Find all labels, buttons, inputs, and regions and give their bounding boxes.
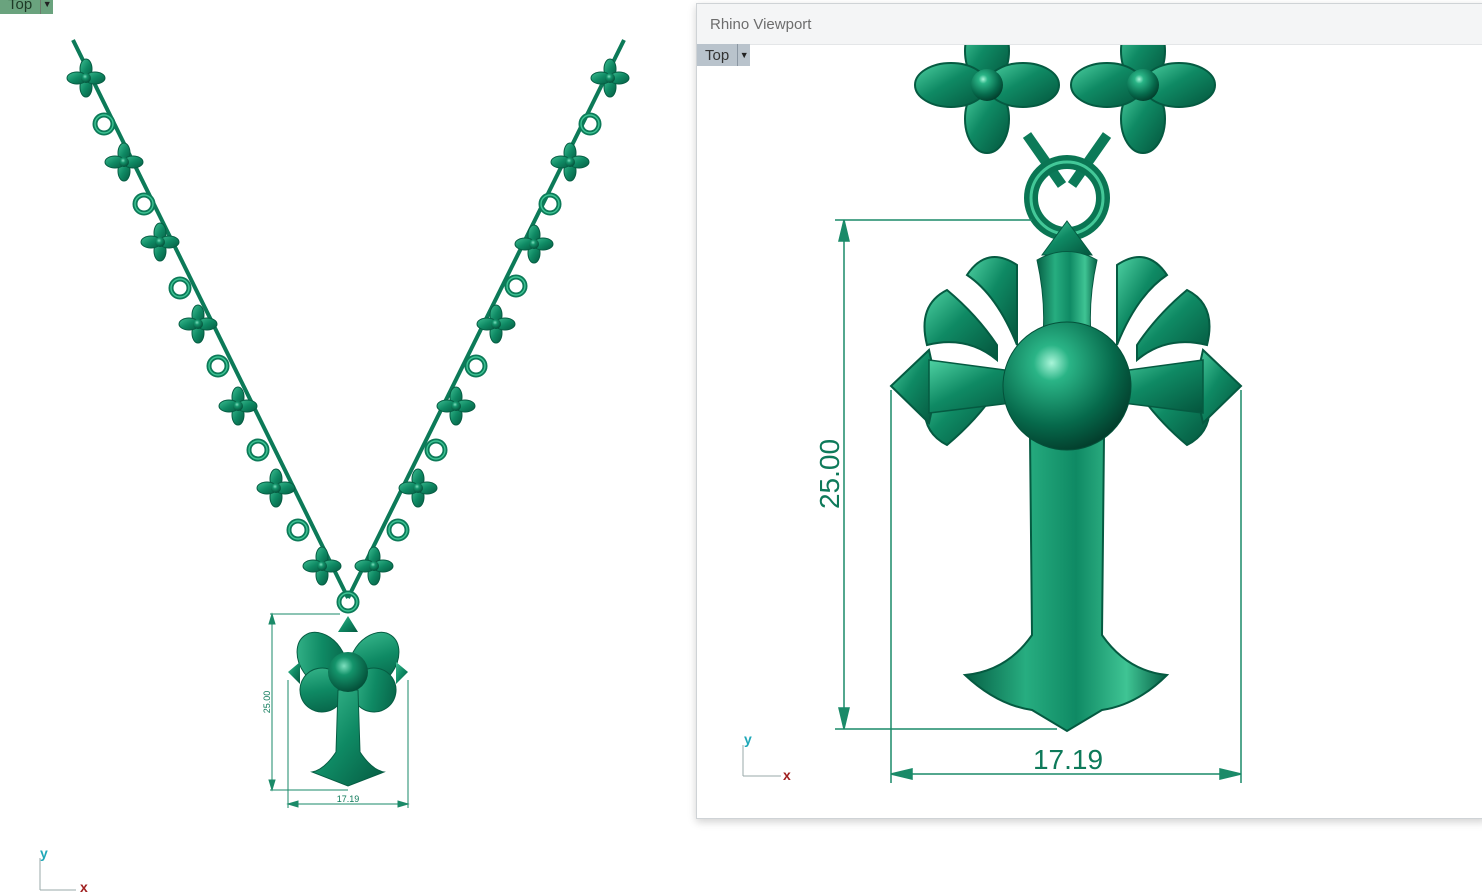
floating-dimension-width: 17.19 xyxy=(1033,744,1103,775)
chevron-down-icon[interactable]: ▼ xyxy=(737,44,750,66)
floating-dimension-height: 25.00 xyxy=(814,439,845,509)
cross-pendant-large xyxy=(889,220,1243,733)
main-viewport-canvas[interactable]: 25.00 17.19 y x xyxy=(0,0,695,893)
necklace-chain xyxy=(66,39,630,611)
floating-viewport-canvas[interactable]: 25.00 17.19 y x xyxy=(697,45,1482,817)
axis-y-label: y xyxy=(40,845,48,861)
necklace-chain-detail xyxy=(914,45,1216,241)
axis-y-label: y xyxy=(744,731,752,747)
xy-axis-icon xyxy=(742,745,781,777)
cross-pendant-small xyxy=(288,616,408,787)
window-title-bar[interactable]: Rhino Viewport xyxy=(697,4,1482,45)
viewport-name[interactable]: Top xyxy=(697,44,737,66)
main-dimension-width: 17.19 xyxy=(337,794,360,804)
axis-x-label: x xyxy=(80,879,88,893)
window-title: Rhino Viewport xyxy=(710,15,812,33)
xy-axis-icon xyxy=(39,858,76,891)
main-dimension-height: 25.00 xyxy=(262,691,272,714)
axis-x-label: x xyxy=(783,767,791,783)
floating-viewport-label[interactable]: Top ▼ xyxy=(697,44,751,66)
floating-viewport-window[interactable]: Rhino Viewport 25.00 17.19 y x xyxy=(696,3,1482,819)
